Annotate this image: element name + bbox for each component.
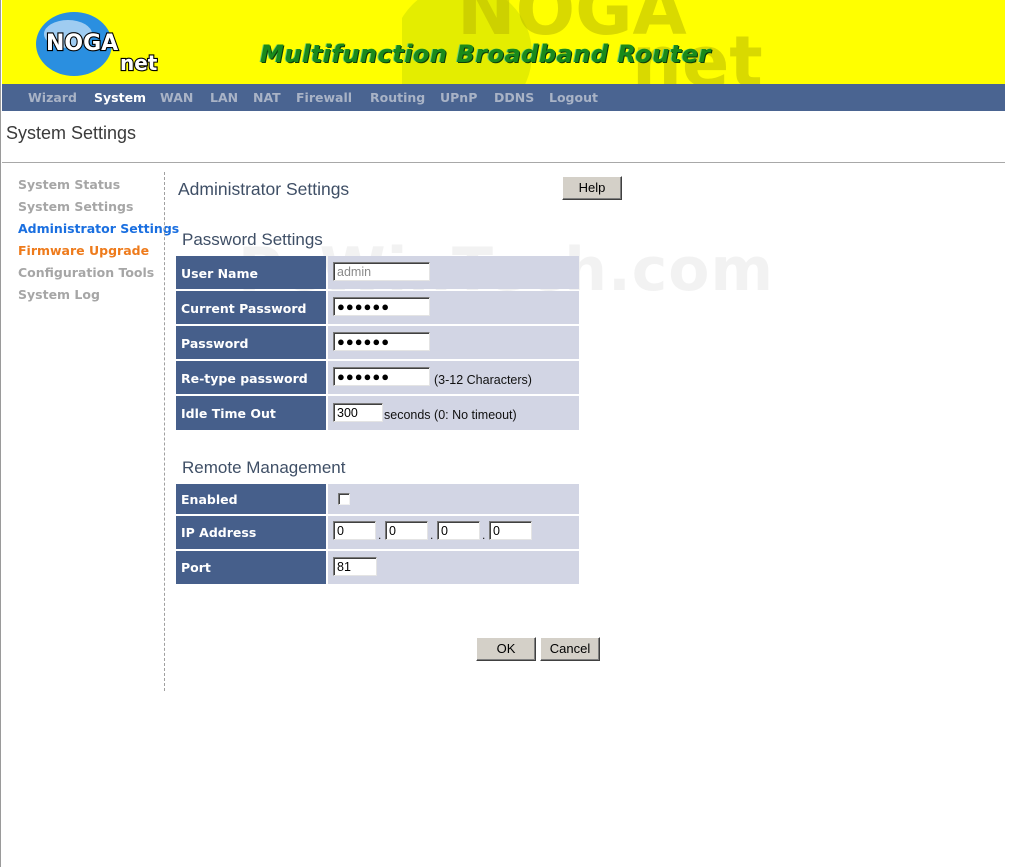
idle-timeout-hint: seconds (0: No timeout)	[384, 408, 517, 422]
ok-button[interactable]: OK	[476, 637, 536, 661]
sidebar-item-system-status[interactable]: System Status	[18, 177, 120, 192]
nav-system[interactable]: System	[94, 90, 146, 105]
row-password: Password ●●●●●●	[176, 326, 579, 359]
nav-routing[interactable]: Routing	[370, 90, 425, 105]
row-enabled: Enabled	[176, 484, 579, 514]
ip-separator: .	[482, 528, 486, 542]
current-password-input[interactable]: ●●●●●●	[333, 297, 430, 316]
retype-password-input[interactable]: ●●●●●●	[333, 367, 430, 386]
retype-password-label: Re-type password	[181, 371, 308, 386]
row-current-password: Current Password ●●●●●●	[176, 291, 579, 324]
user-name-input[interactable]: admin	[333, 262, 430, 281]
idle-timeout-input[interactable]: 300	[333, 403, 383, 422]
help-button[interactable]: Help	[562, 176, 622, 200]
page-title: System Settings	[6, 123, 137, 143]
section-heading-password: Password Settings	[182, 230, 323, 249]
password-label: Password	[181, 336, 249, 351]
title-divider	[2, 162, 1005, 163]
sidebar-separator	[164, 172, 165, 691]
port-input[interactable]: 81	[333, 557, 377, 576]
noga-logo: NOGA net	[36, 12, 159, 76]
ip-octet-4-input[interactable]: 0	[489, 521, 532, 540]
nav-wizard[interactable]: Wizard	[28, 90, 77, 105]
ip-octet-2-input[interactable]: 0	[385, 521, 428, 540]
nav-lan[interactable]: LAN	[210, 90, 238, 105]
nav-ddns[interactable]: DDNS	[494, 90, 534, 105]
ip-address-label: IP Address	[181, 525, 257, 540]
window-left-border	[0, 0, 1, 867]
port-label: Port	[181, 560, 211, 575]
user-name-label: User Name	[181, 266, 258, 281]
row-ip-address: IP Address 0 . 0 . 0 . 0	[176, 516, 579, 549]
section-heading-admin: Administrator Settings	[178, 179, 350, 199]
enabled-label: Enabled	[181, 492, 238, 507]
banner-title: Multifunction Broadband Router	[260, 40, 711, 68]
section-heading-remote: Remote Management	[182, 458, 346, 477]
sidebar-item-administrator-settings[interactable]: Administrator Settings	[18, 221, 179, 236]
logo-text-top: NOGA	[46, 31, 118, 56]
nav-wan[interactable]: WAN	[160, 90, 193, 105]
nav-firewall[interactable]: Firewall	[296, 90, 352, 105]
ip-separator: .	[430, 528, 434, 542]
cancel-button[interactable]: Cancel	[540, 637, 600, 661]
nav-nat[interactable]: NAT	[253, 90, 281, 105]
sidebar-item-configuration-tools[interactable]: Configuration Tools	[18, 265, 154, 280]
top-nav: Wizard System WAN LAN NAT Firewall Routi…	[2, 84, 1005, 111]
header-banner: NOGA net NOGA net Multifunction Broadban…	[2, 0, 1005, 84]
nav-logout[interactable]: Logout	[549, 90, 598, 105]
ip-separator: .	[378, 528, 382, 542]
enabled-checkbox[interactable]	[338, 493, 350, 505]
current-password-label: Current Password	[181, 301, 307, 316]
row-port: Port 81	[176, 551, 579, 584]
row-idle-timeout: Idle Time Out 300 seconds (0: No timeout…	[176, 396, 579, 430]
row-user-name: User Name admin	[176, 256, 579, 289]
logo-text-bottom: net	[120, 51, 158, 75]
sidebar-item-firmware-upgrade[interactable]: Firmware Upgrade	[18, 243, 149, 258]
nav-upnp[interactable]: UPnP	[440, 90, 477, 105]
sidebar-item-system-settings[interactable]: System Settings	[18, 199, 133, 214]
password-input[interactable]: ●●●●●●	[333, 332, 430, 351]
ip-octet-3-input[interactable]: 0	[437, 521, 480, 540]
idle-timeout-label: Idle Time Out	[181, 406, 276, 421]
password-length-hint: (3-12 Characters)	[434, 373, 532, 387]
ip-octet-1-input[interactable]: 0	[333, 521, 376, 540]
sidebar-item-system-log[interactable]: System Log	[18, 287, 100, 302]
row-retype-password: Re-type password ●●●●●● (3-12 Characters…	[176, 361, 579, 394]
